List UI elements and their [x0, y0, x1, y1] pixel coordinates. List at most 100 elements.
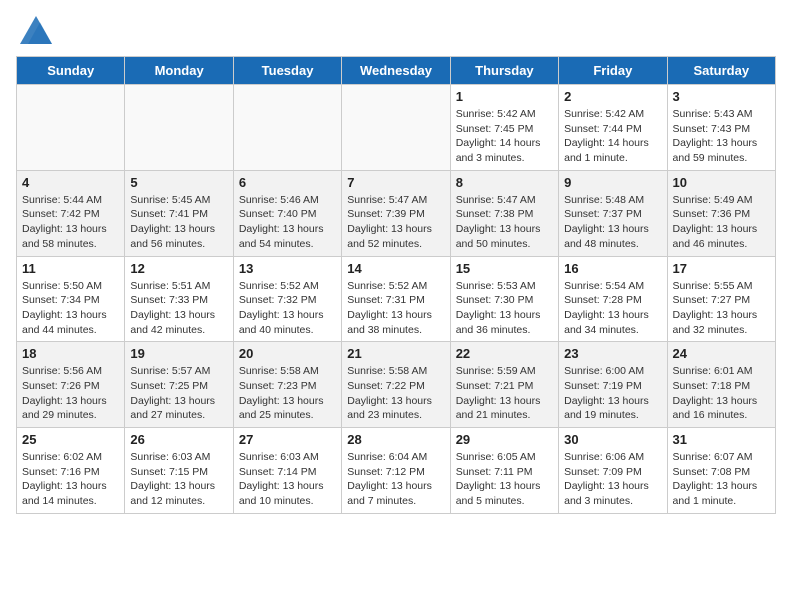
day-number: 31	[673, 432, 770, 447]
day-cell-28: 28 Sunrise: 6:04 AMSunset: 7:12 PMDayligh…	[342, 428, 450, 514]
day-number: 29	[456, 432, 553, 447]
day-header-sunday: Sunday	[17, 57, 125, 85]
day-number: 28	[347, 432, 444, 447]
day-cell-12: 12Sunrise: 5:51 AMSunset: 7:33 PMDayligh…	[125, 256, 233, 342]
day-number: 20	[239, 346, 336, 361]
day-info: Sunrise: 6:01 AMSunset: 7:18 PMDaylight:…	[673, 364, 770, 423]
day-number: 30	[564, 432, 661, 447]
day-number: 17	[673, 261, 770, 276]
day-number: 2	[564, 89, 661, 104]
day-cell-24: 24 Sunrise: 6:01 AMSunset: 7:18 PMDayligh…	[667, 342, 775, 428]
week-row-2: 4Sunrise: 5:44 AMSunset: 7:42 PMDaylight…	[17, 170, 776, 256]
day-info: Sunrise: 5:44 AMSunset: 7:42 PMDaylight:…	[22, 193, 119, 252]
day-cell-10: 10 Sunrise: 5:49 AMSunset: 7:36 PMDayligh…	[667, 170, 775, 256]
day-cell-22: 22 Sunrise: 5:59 AMSunset: 7:21 PMDayligh…	[450, 342, 558, 428]
day-number: 9	[564, 175, 661, 190]
day-info: Sunrise: 5:56 AMSunset: 7:26 PMDaylight:…	[22, 364, 119, 423]
day-info: Sunrise: 5:48 AMSunset: 7:37 PMDaylight:…	[564, 193, 661, 252]
day-info: Sunrise: 5:43 AMSunset: 7:43 PMDaylight:…	[673, 107, 770, 166]
day-info: Sunrise: 5:53 AMSunset: 7:30 PMDaylight:…	[456, 279, 553, 338]
day-info: Sunrise: 6:07 AMSunset: 7:08 PMDaylight:…	[673, 450, 770, 509]
day-info: Sunrise: 5:42 AMSunset: 7:44 PMDaylight:…	[564, 107, 661, 166]
empty-cell	[233, 85, 341, 171]
day-info: Sunrise: 5:50 AMSunset: 7:34 PMDaylight:…	[22, 279, 119, 338]
day-number: 10	[673, 175, 770, 190]
day-cell-3: 3 Sunrise: 5:43 AMSunset: 7:43 PMDaylight…	[667, 85, 775, 171]
day-info: Sunrise: 5:52 AMSunset: 7:32 PMDaylight:…	[239, 279, 336, 338]
day-cell-6: 6 Sunrise: 5:46 AMSunset: 7:40 PMDaylight…	[233, 170, 341, 256]
day-cell-27: 27 Sunrise: 6:03 AMSunset: 7:14 PMDayligh…	[233, 428, 341, 514]
day-cell-29: 29 Sunrise: 6:05 AMSunset: 7:11 PMDayligh…	[450, 428, 558, 514]
day-number: 16	[564, 261, 661, 276]
day-cell-9: 9 Sunrise: 5:48 AMSunset: 7:37 PMDaylight…	[559, 170, 667, 256]
empty-cell	[17, 85, 125, 171]
day-number: 26	[130, 432, 227, 447]
day-info: Sunrise: 6:03 AMSunset: 7:15 PMDaylight:…	[130, 450, 227, 509]
day-number: 27	[239, 432, 336, 447]
day-cell-4: 4Sunrise: 5:44 AMSunset: 7:42 PMDaylight…	[17, 170, 125, 256]
page-header	[16, 16, 776, 44]
day-header-tuesday: Tuesday	[233, 57, 341, 85]
day-header-saturday: Saturday	[667, 57, 775, 85]
day-info: Sunrise: 5:59 AMSunset: 7:21 PMDaylight:…	[456, 364, 553, 423]
day-info: Sunrise: 6:02 AMSunset: 7:16 PMDaylight:…	[22, 450, 119, 509]
day-info: Sunrise: 5:47 AMSunset: 7:38 PMDaylight:…	[456, 193, 553, 252]
day-info: Sunrise: 6:03 AMSunset: 7:14 PMDaylight:…	[239, 450, 336, 509]
week-row-5: 25Sunrise: 6:02 AMSunset: 7:16 PMDayligh…	[17, 428, 776, 514]
day-cell-19: 19 Sunrise: 5:57 AMSunset: 7:25 PMDayligh…	[125, 342, 233, 428]
day-header-friday: Friday	[559, 57, 667, 85]
week-row-4: 18 Sunrise: 5:56 AMSunset: 7:26 PMDayligh…	[17, 342, 776, 428]
day-info: Sunrise: 5:47 AMSunset: 7:39 PMDaylight:…	[347, 193, 444, 252]
day-info: Sunrise: 5:58 AMSunset: 7:23 PMDaylight:…	[239, 364, 336, 423]
day-cell-15: 15 Sunrise: 5:53 AMSunset: 7:30 PMDayligh…	[450, 256, 558, 342]
day-number: 7	[347, 175, 444, 190]
day-info: Sunrise: 5:54 AMSunset: 7:28 PMDaylight:…	[564, 279, 661, 338]
day-cell-5: 5Sunrise: 5:45 AMSunset: 7:41 PMDaylight…	[125, 170, 233, 256]
day-number: 15	[456, 261, 553, 276]
day-header-monday: Monday	[125, 57, 233, 85]
day-cell-7: 7 Sunrise: 5:47 AMSunset: 7:39 PMDaylight…	[342, 170, 450, 256]
week-row-3: 11Sunrise: 5:50 AMSunset: 7:34 PMDayligh…	[17, 256, 776, 342]
day-number: 3	[673, 89, 770, 104]
day-number: 13	[239, 261, 336, 276]
day-number: 22	[456, 346, 553, 361]
day-number: 21	[347, 346, 444, 361]
day-cell-30: 30 Sunrise: 6:06 AMSunset: 7:09 PMDayligh…	[559, 428, 667, 514]
day-info: Sunrise: 5:58 AMSunset: 7:22 PMDaylight:…	[347, 364, 444, 423]
day-cell-8: 8 Sunrise: 5:47 AMSunset: 7:38 PMDaylight…	[450, 170, 558, 256]
day-cell-25: 25Sunrise: 6:02 AMSunset: 7:16 PMDayligh…	[17, 428, 125, 514]
day-header-thursday: Thursday	[450, 57, 558, 85]
day-cell-13: 13 Sunrise: 5:52 AMSunset: 7:32 PMDayligh…	[233, 256, 341, 342]
day-number: 8	[456, 175, 553, 190]
day-info: Sunrise: 6:06 AMSunset: 7:09 PMDaylight:…	[564, 450, 661, 509]
day-number: 18	[22, 346, 119, 361]
day-info: Sunrise: 5:42 AMSunset: 7:45 PMDaylight:…	[456, 107, 553, 166]
day-number: 24	[673, 346, 770, 361]
day-cell-1: 1Sunrise: 5:42 AMSunset: 7:45 PMDaylight…	[450, 85, 558, 171]
day-info: Sunrise: 6:04 AMSunset: 7:12 PMDaylight:…	[347, 450, 444, 509]
day-info: Sunrise: 5:49 AMSunset: 7:36 PMDaylight:…	[673, 193, 770, 252]
week-row-1: 1Sunrise: 5:42 AMSunset: 7:45 PMDaylight…	[17, 85, 776, 171]
day-cell-18: 18 Sunrise: 5:56 AMSunset: 7:26 PMDayligh…	[17, 342, 125, 428]
day-cell-26: 26 Sunrise: 6:03 AMSunset: 7:15 PMDayligh…	[125, 428, 233, 514]
logo	[16, 16, 52, 44]
day-info: Sunrise: 6:05 AMSunset: 7:11 PMDaylight:…	[456, 450, 553, 509]
day-info: Sunrise: 5:55 AMSunset: 7:27 PMDaylight:…	[673, 279, 770, 338]
day-number: 6	[239, 175, 336, 190]
day-info: Sunrise: 5:52 AMSunset: 7:31 PMDaylight:…	[347, 279, 444, 338]
day-number: 19	[130, 346, 227, 361]
day-info: Sunrise: 6:00 AMSunset: 7:19 PMDaylight:…	[564, 364, 661, 423]
day-number: 12	[130, 261, 227, 276]
day-cell-21: 21 Sunrise: 5:58 AMSunset: 7:22 PMDayligh…	[342, 342, 450, 428]
day-cell-23: 23 Sunrise: 6:00 AMSunset: 7:19 PMDayligh…	[559, 342, 667, 428]
day-number: 23	[564, 346, 661, 361]
day-info: Sunrise: 5:46 AMSunset: 7:40 PMDaylight:…	[239, 193, 336, 252]
header-row: SundayMondayTuesdayWednesdayThursdayFrid…	[17, 57, 776, 85]
day-cell-14: 14Sunrise: 5:52 AMSunset: 7:31 PMDayligh…	[342, 256, 450, 342]
day-cell-16: 16 Sunrise: 5:54 AMSunset: 7:28 PMDayligh…	[559, 256, 667, 342]
empty-cell	[125, 85, 233, 171]
day-number: 5	[130, 175, 227, 190]
day-info: Sunrise: 5:57 AMSunset: 7:25 PMDaylight:…	[130, 364, 227, 423]
day-cell-11: 11Sunrise: 5:50 AMSunset: 7:34 PMDayligh…	[17, 256, 125, 342]
logo-icon	[20, 16, 52, 44]
